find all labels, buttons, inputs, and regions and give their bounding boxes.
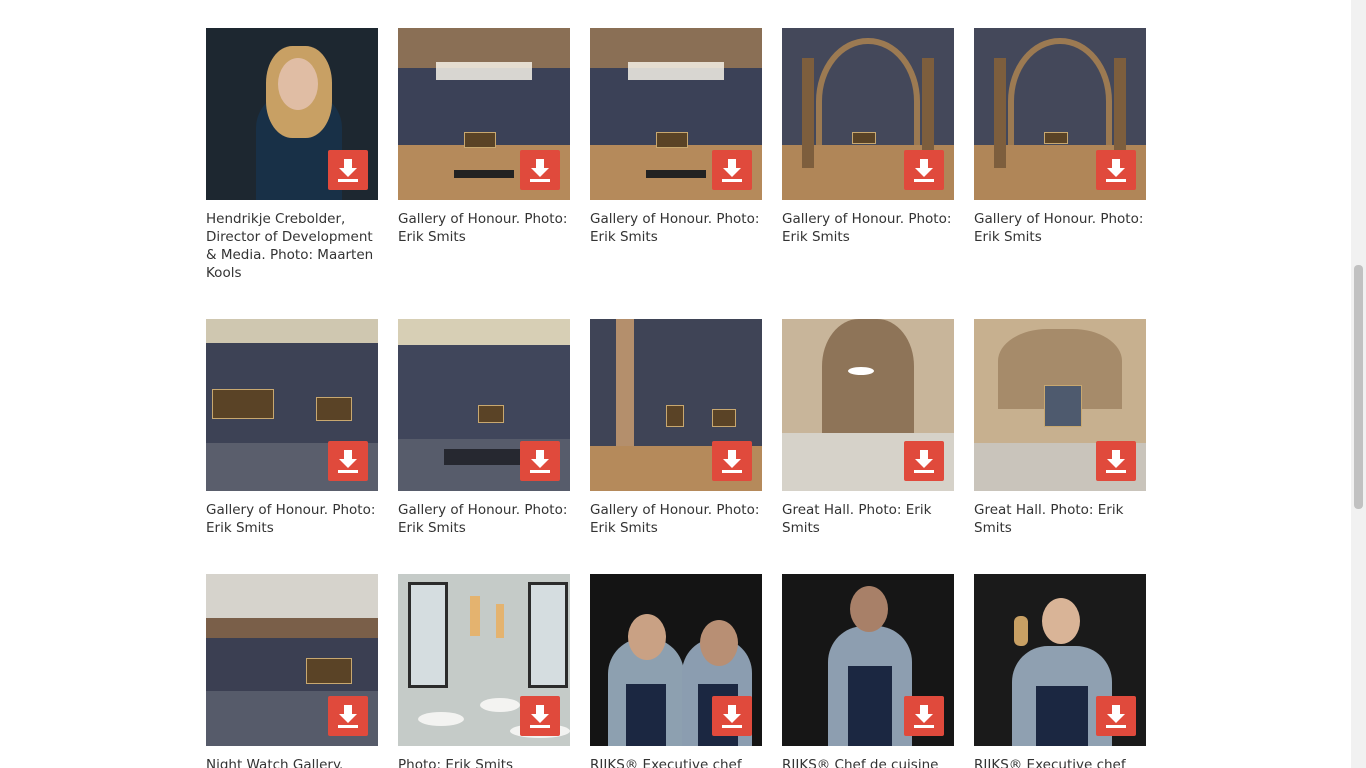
download-button[interactable] — [328, 150, 368, 190]
gallery-item: Photo: Erik Smits — [398, 574, 570, 768]
download-arrow-icon — [911, 157, 937, 183]
gallery-photo[interactable] — [590, 574, 762, 746]
photo-caption: Gallery of Honour. Photo: Erik Smits — [974, 211, 1144, 245]
photo-caption: Gallery of Honour. Photo: Erik Smits — [590, 502, 760, 536]
photo-caption: Gallery of Honour. Photo: Erik Smits — [590, 211, 760, 245]
download-button[interactable] — [712, 696, 752, 736]
gallery-photo[interactable] — [782, 28, 954, 200]
gallery-photo[interactable] — [398, 28, 570, 200]
photo-caption: Photo: Erik Smits — [398, 757, 514, 768]
gallery-item: Great Hall. Photo: Erik Smits — [782, 319, 954, 537]
gallery-item: RIJKS® Chef de cuisine Ivan — [782, 574, 954, 768]
download-button[interactable] — [1096, 150, 1136, 190]
download-button[interactable] — [712, 441, 752, 481]
download-button[interactable] — [904, 150, 944, 190]
download-button[interactable] — [520, 696, 560, 736]
gallery-item: Gallery of Honour. Photo: Erik Smits — [398, 28, 570, 246]
gallery-item: Hendrikje Crebolder, Director of Develop… — [206, 28, 378, 282]
photo-caption: Gallery of Honour. Photo: Erik Smits — [782, 211, 952, 245]
download-button[interactable] — [328, 441, 368, 481]
gallery-item: RIJKS® Executive chef Joris — [974, 574, 1146, 768]
vertical-scrollbar[interactable] — [1351, 0, 1366, 768]
gallery-photo[interactable] — [782, 574, 954, 746]
gallery-photo[interactable] — [206, 574, 378, 746]
gallery-photo[interactable] — [206, 319, 378, 491]
download-button[interactable] — [520, 441, 560, 481]
download-arrow-icon — [911, 703, 937, 729]
gallery-photo[interactable] — [974, 319, 1146, 491]
gallery-photo[interactable] — [206, 28, 378, 200]
download-arrow-icon — [911, 448, 937, 474]
download-button[interactable] — [904, 441, 944, 481]
download-button[interactable] — [712, 150, 752, 190]
download-arrow-icon — [719, 703, 745, 729]
download-arrow-icon — [719, 157, 745, 183]
gallery-photo[interactable] — [974, 574, 1146, 746]
download-arrow-icon — [719, 448, 745, 474]
gallery-item: Gallery of Honour. Photo: Erik Smits — [590, 28, 762, 246]
gallery-photo[interactable] — [590, 28, 762, 200]
scrollbar-thumb[interactable] — [1354, 265, 1363, 509]
gallery-item: Gallery of Honour. Photo: Erik Smits — [398, 319, 570, 537]
gallery-photo[interactable] — [398, 574, 570, 746]
gallery-photo[interactable] — [398, 319, 570, 491]
gallery-item: RIJKS® Executive chef Joris — [590, 574, 762, 768]
gallery-item: Gallery of Honour. Photo: Erik Smits — [974, 28, 1146, 246]
photo-caption: RIJKS® Executive chef Joris — [974, 757, 1126, 768]
media-gallery-page: Hendrikje Crebolder, Director of Develop… — [0, 0, 1351, 768]
gallery-item: Gallery of Honour. Photo: Erik Smits — [206, 319, 378, 537]
download-arrow-icon — [1103, 157, 1129, 183]
download-button[interactable] — [1096, 441, 1136, 481]
download-arrow-icon — [335, 157, 361, 183]
gallery-photo[interactable] — [782, 319, 954, 491]
download-arrow-icon — [1103, 448, 1129, 474]
photo-caption: Hendrikje Crebolder, Director of Develop… — [206, 211, 374, 281]
download-arrow-icon — [527, 703, 553, 729]
download-arrow-icon — [335, 448, 361, 474]
gallery-item: Night Watch Gallery. Photo: — [206, 574, 378, 768]
download-arrow-icon — [527, 157, 553, 183]
photo-caption: Gallery of Honour. Photo: Erik Smits — [398, 502, 568, 536]
gallery-photo[interactable] — [590, 319, 762, 491]
download-arrow-icon — [1103, 703, 1129, 729]
gallery-photo[interactable] — [974, 28, 1146, 200]
gallery-item: Gallery of Honour. Photo: Erik Smits — [782, 28, 954, 246]
photo-caption: RIJKS® Executive chef Joris — [590, 757, 742, 768]
download-button[interactable] — [904, 696, 944, 736]
photo-caption: Night Watch Gallery. Photo: — [206, 757, 344, 768]
download-button[interactable] — [1096, 696, 1136, 736]
photo-caption: Gallery of Honour. Photo: Erik Smits — [398, 211, 568, 245]
photo-caption: Great Hall. Photo: Erik Smits — [974, 502, 1124, 536]
gallery-item: Gallery of Honour. Photo: Erik Smits — [590, 319, 762, 537]
download-arrow-icon — [527, 448, 553, 474]
gallery-item: Great Hall. Photo: Erik Smits — [974, 319, 1146, 537]
download-button[interactable] — [328, 696, 368, 736]
photo-caption: Gallery of Honour. Photo: Erik Smits — [206, 502, 376, 536]
photo-caption: RIJKS® Chef de cuisine Ivan — [782, 757, 939, 768]
download-arrow-icon — [335, 703, 361, 729]
photo-caption: Great Hall. Photo: Erik Smits — [782, 502, 932, 536]
download-button[interactable] — [520, 150, 560, 190]
